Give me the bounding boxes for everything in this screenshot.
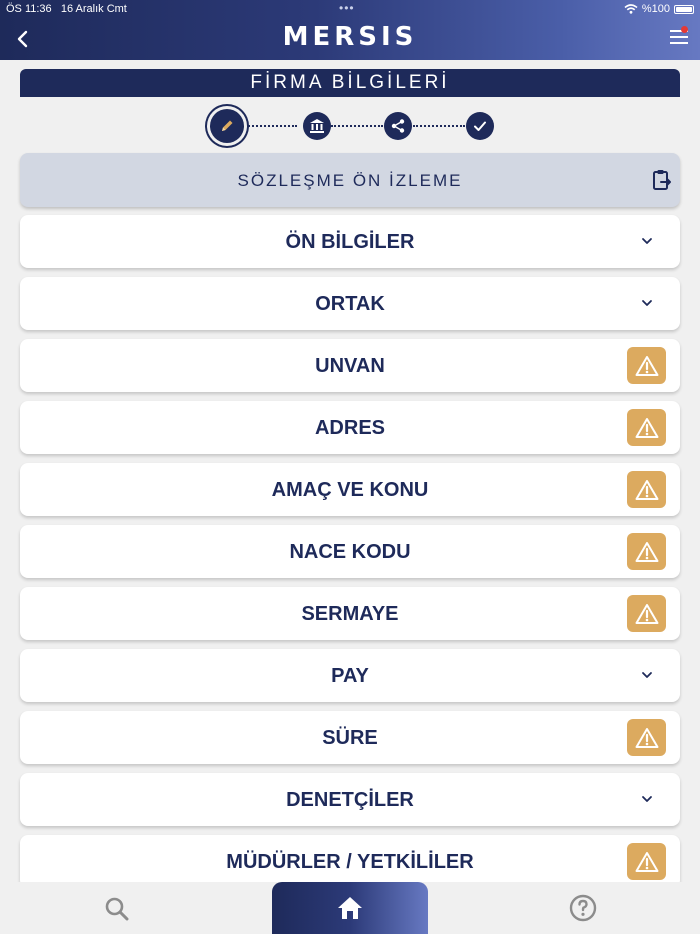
status-time: ÖS 11:36 16 Aralık Cmt	[6, 3, 127, 15]
battery-icon	[674, 5, 694, 14]
top-bar: ÖS 11:36 16 Aralık Cmt ••• %100 MERSIS	[0, 0, 700, 60]
page-title: FİRMA BİLGİLERİ	[20, 69, 680, 97]
battery-percent: %100	[641, 3, 670, 15]
notification-dot	[681, 26, 688, 33]
check-icon	[474, 121, 486, 131]
home-tab[interactable]	[272, 882, 428, 934]
progress-stepper	[0, 108, 700, 144]
warning-badge[interactable]	[627, 595, 666, 632]
brand-logo: MERSIS	[282, 22, 418, 52]
step-share[interactable]	[384, 112, 412, 140]
bank-icon	[310, 119, 324, 133]
step-confirm[interactable]	[466, 112, 494, 140]
warning-icon	[635, 479, 658, 500]
accordion-item-label: DENETÇİLER	[286, 789, 414, 811]
accordion-item[interactable]: AMAÇ VE KONU	[20, 463, 680, 516]
step-bank[interactable]	[303, 112, 331, 140]
bottom-nav	[0, 882, 700, 934]
warning-icon	[635, 417, 658, 438]
warning-badge[interactable]	[627, 347, 666, 384]
accordion-item-label: ORTAK	[315, 293, 385, 315]
accordion-item[interactable]: ORTAK	[20, 277, 680, 330]
accordion-item-label: ADRES	[314, 417, 385, 439]
help-icon[interactable]	[569, 894, 597, 922]
warning-icon	[635, 355, 658, 376]
warning-badge[interactable]	[627, 471, 666, 508]
accordion-item[interactable]: UNVAN	[20, 339, 680, 392]
status-date: 16 Aralık Cmt	[60, 3, 127, 15]
share-icon	[391, 119, 405, 133]
contract-preview-button[interactable]: SÖZLEŞME ÖN İZLEME	[20, 153, 680, 207]
clipboard-export-icon	[653, 170, 671, 190]
contract-preview-label: SÖZLEŞME ÖN İZLEME	[237, 171, 463, 190]
accordion-item-label: ÖN BİLGİLER	[285, 231, 415, 253]
accordion-item-label: SERMAYE	[301, 603, 399, 625]
warning-icon	[635, 541, 658, 562]
wifi-icon	[624, 4, 638, 14]
status-clock: ÖS 11:36	[6, 3, 52, 15]
warning-badge[interactable]	[627, 843, 666, 880]
accordion-item-label: AMAÇ VE KONU	[271, 479, 429, 501]
chevron-down-icon	[640, 668, 654, 682]
accordion-item-label: MÜDÜRLER / YETKİLİLER	[226, 851, 474, 873]
warning-icon	[635, 603, 658, 624]
step-connector	[245, 125, 297, 127]
accordion-item-label: UNVAN	[315, 355, 385, 377]
accordion-item[interactable]: SERMAYE	[20, 587, 680, 640]
accordion-item-label: PAY	[331, 665, 369, 687]
status-right: %100	[624, 3, 670, 15]
warning-badge[interactable]	[627, 719, 666, 756]
warning-badge[interactable]	[627, 409, 666, 446]
home-icon	[338, 897, 362, 919]
chevron-down-icon	[640, 234, 654, 248]
accordion-item[interactable]: MÜDÜRLER / YETKİLİLER	[20, 835, 680, 888]
step-edit[interactable]	[210, 109, 244, 143]
multitask-dots[interactable]: •••	[339, 1, 355, 15]
accordion-item-label: NACE KODU	[289, 541, 411, 563]
pencil-icon	[222, 120, 233, 131]
step-connector	[331, 125, 383, 127]
accordion-item-label: SÜRE	[322, 727, 378, 749]
accordion-item[interactable]: SÜRE	[20, 711, 680, 764]
warning-badge[interactable]	[627, 533, 666, 570]
search-icon[interactable]	[104, 896, 130, 922]
step-connector	[413, 125, 465, 127]
accordion-item[interactable]: NACE KODU	[20, 525, 680, 578]
chevron-down-icon	[640, 792, 654, 806]
accordion-item[interactable]: PAY	[20, 649, 680, 702]
accordion-item[interactable]: DENETÇİLER	[20, 773, 680, 826]
accordion-item[interactable]: ADRES	[20, 401, 680, 454]
warning-icon	[635, 851, 658, 872]
warning-icon	[635, 727, 658, 748]
chevron-down-icon	[640, 296, 654, 310]
accordion-item[interactable]: ÖN BİLGİLER	[20, 215, 680, 268]
